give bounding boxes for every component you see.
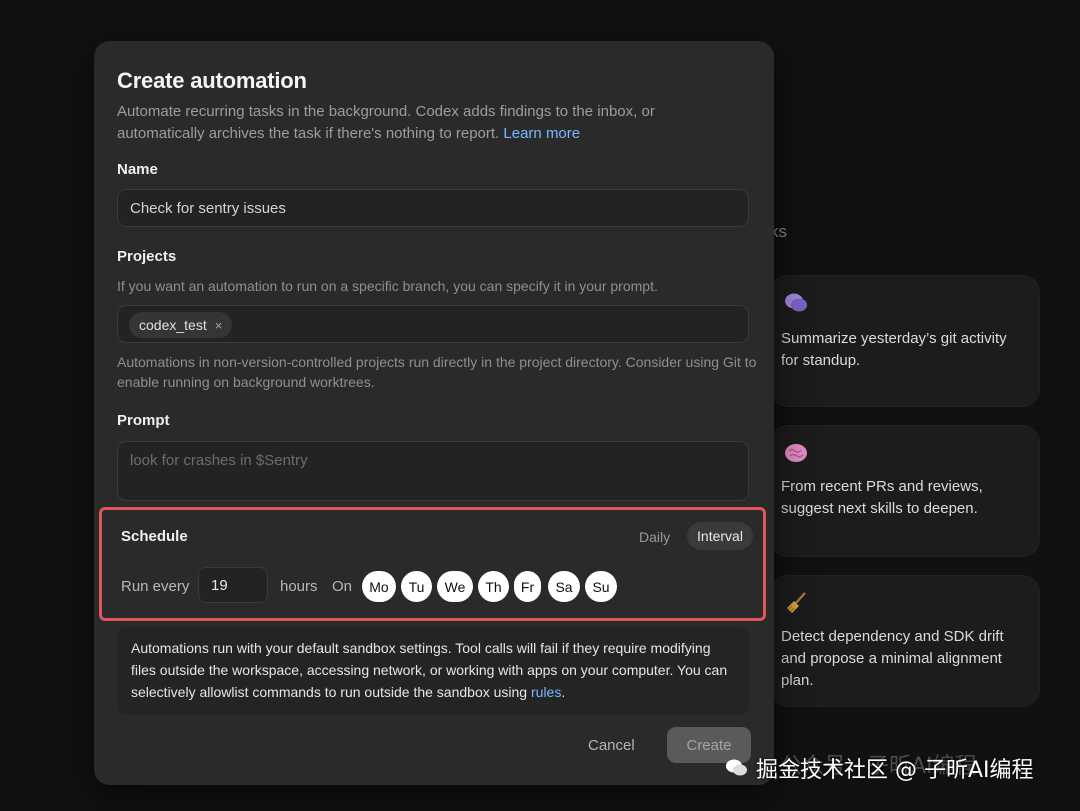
sandbox-info-text: Automations run with your default sandbo… xyxy=(131,640,728,700)
schedule-toggle-daily[interactable]: Daily xyxy=(639,529,670,545)
chip-remove-icon[interactable]: × xyxy=(215,318,223,333)
dialog-title: Create automation xyxy=(117,68,307,93)
broom-icon xyxy=(787,592,806,613)
prompt-placeholder: look for crashes in $Sentry xyxy=(130,452,308,469)
day-toggle-su[interactable]: Su xyxy=(585,571,617,602)
projects-note: Automations in non-version-controlled pr… xyxy=(117,354,757,390)
day-toggle-we[interactable]: We xyxy=(437,571,473,602)
brain-icon xyxy=(785,444,807,462)
name-input-value: Check for sentry issues xyxy=(130,200,286,217)
hours-label: hours xyxy=(280,578,318,595)
suggestion-card-dependency[interactable]: Detect dependency and SDK drift and prop… xyxy=(770,575,1040,707)
card-text: Detect dependency and SDK drift and prop… xyxy=(781,628,1004,689)
speech-bubbles-icon xyxy=(785,293,807,312)
card-text: Summarize yesterday’s git activity for s… xyxy=(781,330,1007,369)
learn-more-link[interactable]: Learn more xyxy=(503,125,580,142)
interval-hours-input[interactable]: 19 xyxy=(198,567,268,603)
sandbox-info-end: . xyxy=(561,684,566,700)
watermark: 掘金技术社区 @ 子昕AI编程 xyxy=(724,752,1034,784)
sandbox-info: Automations run with your default sandbo… xyxy=(117,627,749,715)
run-every-label: Run every xyxy=(121,578,190,595)
projects-hint: If you want an automation to run on a sp… xyxy=(117,278,658,294)
card-text: From recent PRs and reviews, suggest nex… xyxy=(781,478,983,517)
day-toggle-mo[interactable]: Mo xyxy=(362,571,396,602)
schedule-section: Schedule Daily Interval Run every 19 hou… xyxy=(99,507,766,621)
project-chip-label: codex_test xyxy=(139,317,207,333)
prompt-textarea[interactable]: look for crashes in $Sentry xyxy=(117,441,749,501)
day-toggle-sa[interactable]: Sa xyxy=(548,571,580,602)
suggestion-card-skills[interactable]: From recent PRs and reviews, suggest nex… xyxy=(770,425,1040,557)
suggestion-card-git-activity[interactable]: Summarize yesterday’s git activity for s… xyxy=(770,275,1040,407)
rules-link[interactable]: rules xyxy=(531,684,561,700)
create-automation-dialog: Create automation Automate recurring tas… xyxy=(94,41,774,785)
prompt-label: Prompt xyxy=(117,412,170,429)
name-input[interactable]: Check for sentry issues xyxy=(117,189,749,227)
on-label: On xyxy=(332,578,353,595)
watermark-text: 掘金技术社区 @ 子昕AI编程 xyxy=(756,758,1034,783)
wechat-icon xyxy=(726,759,747,776)
projects-label: Projects xyxy=(117,248,177,265)
name-label: Name xyxy=(117,161,158,178)
day-toggle-th[interactable]: Th xyxy=(478,571,509,602)
day-toggle-tu[interactable]: Tu xyxy=(401,571,432,602)
cancel-button[interactable]: Cancel xyxy=(588,737,635,754)
schedule-label: Schedule xyxy=(121,528,188,545)
projects-input[interactable]: codex_test × xyxy=(117,305,749,343)
dialog-description: Automate recurring tasks in the backgrou… xyxy=(117,101,717,145)
project-chip[interactable]: codex_test × xyxy=(129,312,233,338)
day-toggle-fr[interactable]: Fr xyxy=(514,571,541,602)
schedule-toggle-interval[interactable]: Interval xyxy=(687,522,753,550)
